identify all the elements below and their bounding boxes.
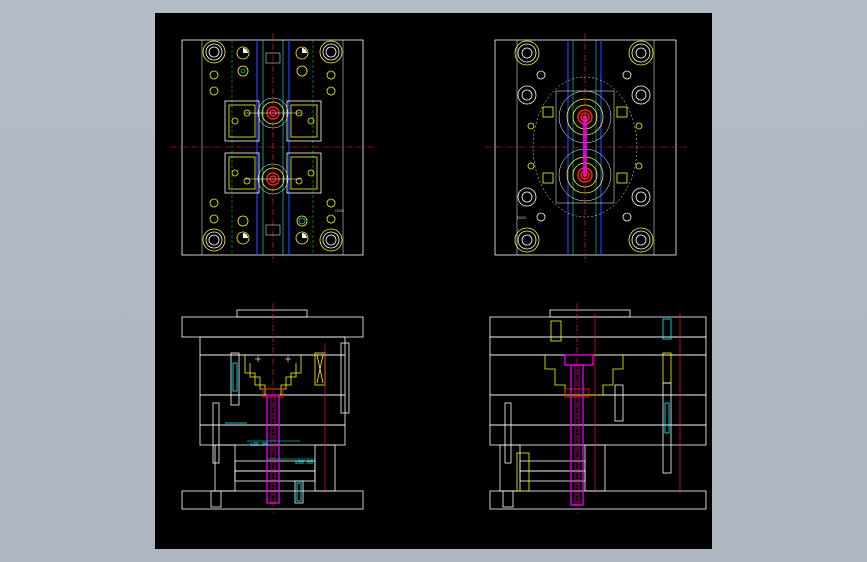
section-view-a: ⊘36.00 ⊘30.00	[181, 303, 364, 513]
dimension-label-1: ⊘36.00	[250, 442, 268, 448]
cad-drawing-canvas: ▫▫▫ ▫▫▫ ⊘36.00 ⊘30.00	[155, 13, 712, 549]
plan-view-small-label-b: ▫▫▫	[517, 215, 526, 221]
moving-half-plan-view: ▫▫▫	[485, 33, 687, 263]
section-view-b	[489, 303, 707, 513]
fixed-half-plan-view: ▫▫▫	[170, 33, 375, 263]
plan-view-small-label: ▫▫▫	[335, 208, 344, 214]
dimension-label-2: ⊘30.00	[295, 460, 313, 466]
